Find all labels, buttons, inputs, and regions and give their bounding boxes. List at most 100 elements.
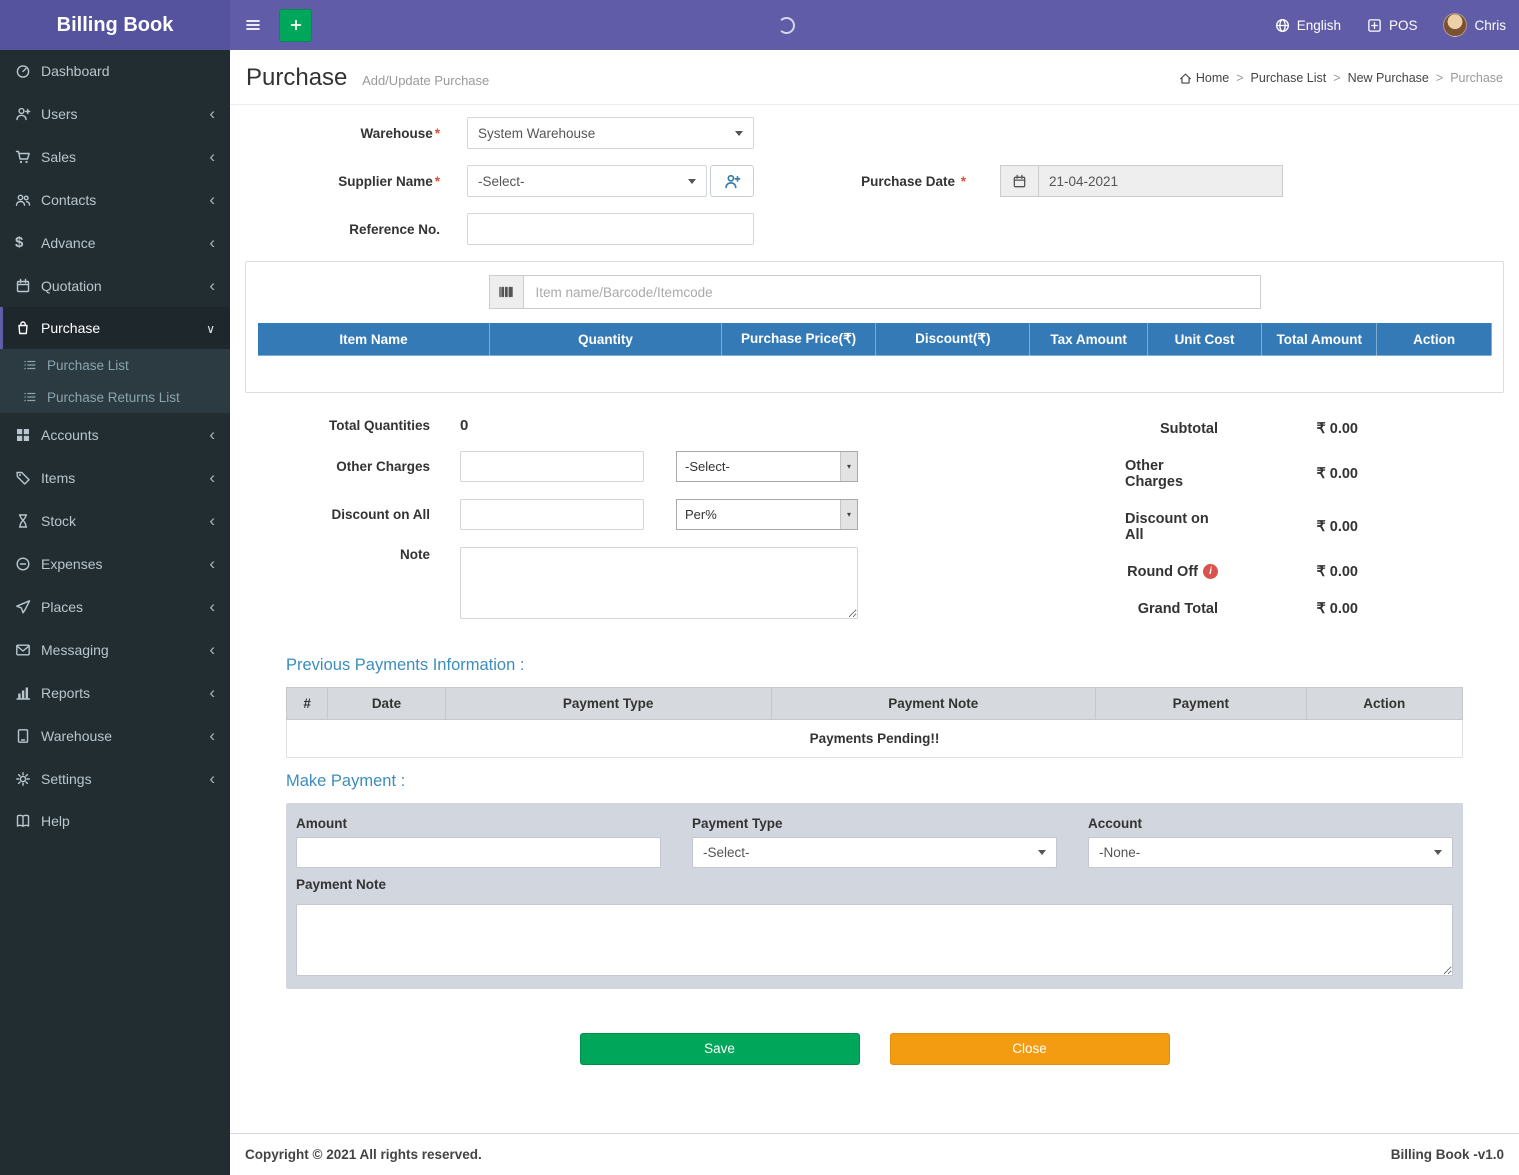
breadcrumb-current: Purchase: [1450, 71, 1503, 85]
previous-payments-header: # Date Payment Type Payment Note Payment…: [285, 686, 1464, 720]
warehouse-select[interactable]: System Warehouse: [467, 117, 754, 149]
sidebar-item-label: Purchase List: [47, 357, 129, 373]
col-tax-amount: Tax Amount: [1029, 322, 1148, 356]
caret-down-icon: [688, 178, 696, 184]
caret-down-icon: [1434, 849, 1442, 855]
user-menu[interactable]: Chris: [1430, 0, 1519, 50]
page-title: Purchase Add/Update Purchase: [246, 64, 489, 92]
add-supplier-button[interactable]: [710, 165, 754, 197]
language-menu[interactable]: English: [1262, 0, 1354, 50]
sidebar-item-advance[interactable]: Advance: [0, 221, 230, 264]
grand-total-label: Grand Total: [1137, 600, 1218, 617]
round-off-info-icon[interactable]: [1203, 564, 1218, 579]
user-avatar: [1443, 13, 1468, 37]
discount-type-select[interactable]: Per%: [676, 498, 858, 530]
breadcrumb-home[interactable]: Home: [1179, 71, 1229, 85]
sidebar-item-sales[interactable]: Sales: [0, 135, 230, 178]
pos-button[interactable]: POS: [1354, 0, 1431, 50]
chevron-left-icon: [209, 234, 215, 251]
payment-note-textarea[interactable]: [296, 903, 1453, 976]
note-textarea[interactable]: [460, 546, 858, 619]
other-charges-select[interactable]: -Select-: [676, 450, 858, 482]
sidebar-item-purchase-list[interactable]: Purchase List: [0, 349, 230, 381]
sidebar-item-label: Reports: [41, 684, 91, 701]
chevron-left-icon: [209, 684, 215, 701]
purchase-date-input[interactable]: [1038, 165, 1283, 197]
sidebar-item-label: Expenses: [41, 555, 103, 572]
sidebar-item-users[interactable]: Users: [0, 92, 230, 135]
sidebar-item-quotation[interactable]: Quotation: [0, 264, 230, 307]
sidebar-item-label: Places: [41, 598, 84, 615]
sidebar-item-accounts[interactable]: Accounts: [0, 413, 230, 456]
total-quantities-label: Total Quantities: [328, 417, 430, 433]
warehouse-select-value: System Warehouse: [478, 125, 596, 141]
payment-type-select-value: -Select-: [703, 844, 750, 860]
accounts-grid-icon: [15, 427, 41, 443]
sidebar-item-places[interactable]: Places: [0, 585, 230, 628]
sidebar-item-expenses[interactable]: Expenses: [0, 542, 230, 585]
item-search-input[interactable]: [522, 275, 1261, 309]
amount-input[interactable]: [296, 836, 661, 868]
sales-cart-icon: [15, 149, 41, 165]
reference-label: Reference No.: [349, 221, 440, 237]
close-button[interactable]: Close: [889, 1032, 1170, 1065]
sidebar-item-dashboard[interactable]: Dashboard: [0, 50, 230, 92]
form-actions: Save Close: [245, 1032, 1504, 1065]
sidebar-item-warehouse[interactable]: Warehouse: [0, 714, 230, 757]
col-number: #: [285, 686, 329, 720]
col-payment-action: Action: [1305, 686, 1464, 720]
sidebar-toggle-button[interactable]: [230, 0, 275, 50]
chevron-left-icon: [209, 148, 215, 165]
reference-input[interactable]: [467, 213, 754, 245]
plus-icon: [290, 19, 301, 31]
other-charges-input[interactable]: [460, 450, 644, 482]
users-icon: [15, 106, 41, 122]
sidebar-item-reports[interactable]: Reports: [0, 671, 230, 714]
account-select[interactable]: -None-: [1088, 836, 1453, 868]
sidebar-item-contacts[interactable]: Contacts: [0, 178, 230, 221]
loading-area: [312, 0, 1262, 50]
payment-type-select[interactable]: -Select-: [692, 836, 1057, 868]
supplier-select[interactable]: -Select-: [467, 165, 707, 197]
chevron-left-icon: [209, 426, 215, 443]
app-logo[interactable]: Billing Book: [0, 0, 230, 50]
discount-total-label: Discount on All: [1125, 510, 1209, 543]
totals-section: Total Quantities 0 Other Charges -Select…: [245, 393, 1504, 642]
summary-panel: Subtotal ₹ 0.00 Other Charges ₹ 0.00 Dis…: [1125, 417, 1504, 638]
stock-hourglass-icon: [15, 513, 41, 529]
breadcrumb-purchase-list[interactable]: Purchase List: [1251, 71, 1327, 85]
sidebar-item-stock[interactable]: Stock: [0, 499, 230, 542]
sidebar-item-items[interactable]: Items: [0, 456, 230, 499]
breadcrumb-label: Home: [1195, 71, 1230, 85]
top-navbar-content: English POS Chris: [230, 0, 1519, 50]
purchase-submenu: Purchase List Purchase Returns List: [0, 349, 230, 413]
supplier-select-value: -Select-: [478, 173, 525, 189]
person-plus-icon: [724, 174, 740, 188]
discount-on-all-input[interactable]: [460, 498, 644, 530]
payments-pending-row: Payments Pending!!: [286, 718, 1463, 758]
dollar-icon: [15, 235, 41, 251]
col-discount: Discount(₹): [875, 322, 1031, 356]
breadcrumb-new-purchase[interactable]: New Purchase: [1348, 71, 1429, 85]
save-button[interactable]: Save: [579, 1032, 860, 1065]
sidebar-item-label: Help: [41, 813, 70, 829]
sidebar-item-purchase-returns-list[interactable]: Purchase Returns List: [0, 381, 230, 413]
sidebar-item-settings[interactable]: Settings: [0, 757, 230, 800]
settings-gear-icon: [15, 771, 41, 787]
contacts-icon: [15, 192, 41, 208]
discount-type-select-value: Per%: [685, 506, 717, 522]
col-purchase-price: Purchase Price(₹): [720, 322, 877, 356]
subtotal-value: ₹ 0.00: [1316, 420, 1358, 437]
sidebar-item-label: Dashboard: [41, 63, 110, 79]
quick-add-button[interactable]: [279, 8, 312, 42]
page-title-text: Purchase: [246, 64, 348, 91]
dashboard-icon: [15, 63, 41, 79]
hamburger-icon: [245, 20, 260, 30]
col-payment: Payment: [1095, 686, 1307, 720]
sidebar-item-help[interactable]: Help: [0, 800, 230, 842]
sidebar-item-messaging[interactable]: Messaging: [0, 628, 230, 671]
purchase-date-group: [1000, 165, 1283, 197]
sidebar-item-purchase[interactable]: Purchase: [0, 307, 230, 349]
other-charges-total-value: ₹ 0.00: [1316, 465, 1358, 482]
sidebar-item-label: Stock: [41, 512, 77, 529]
